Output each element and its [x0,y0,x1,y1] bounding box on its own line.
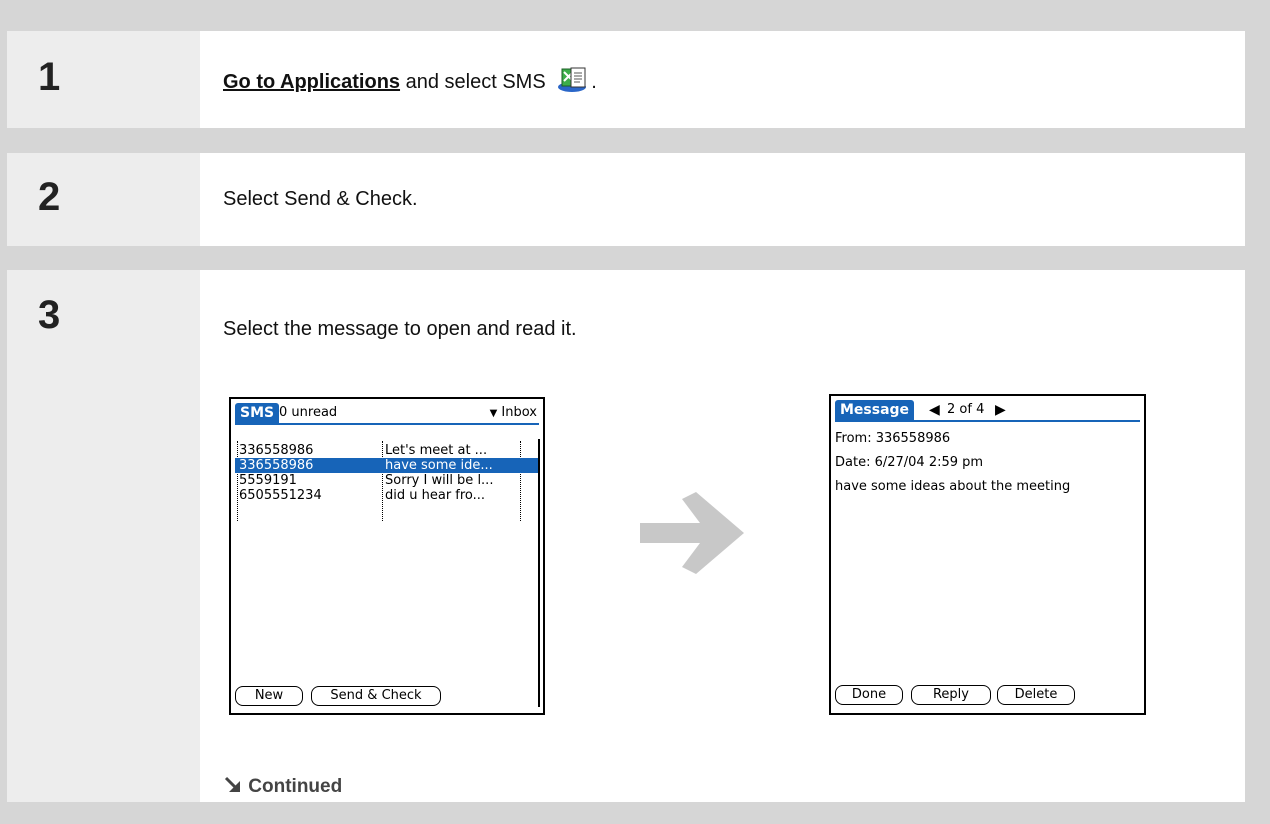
preview: Let's meet at ... [385,443,488,458]
folder-label: Inbox [501,405,537,420]
sms-tab[interactable]: SMS [235,403,280,423]
message-view-screen: Message ◀ 2 of 4 ▶ From: 336558986 Date:… [829,394,1146,715]
sender: 336558986 [239,443,314,458]
right-arrow-icon [640,492,744,579]
preview: did u hear fro... [385,488,486,503]
step-number: 3 [38,293,61,337]
step-1: 1 Go to Applications and select SMS . [7,31,1245,128]
message-row-selected[interactable]: 336558986 have some ide... [235,458,539,473]
step-instruction: Select the message to open and read it. [223,318,577,340]
sender: 6505551234 [239,488,322,503]
go-to-applications-link[interactable]: Go to Applications [223,71,400,93]
sender: 5559191 [239,473,297,488]
instruction-text: and select SMS [400,71,552,93]
step-number: 1 [38,55,61,99]
step-number: 2 [38,175,61,219]
step-content: Go to Applications and select SMS . [200,31,1245,128]
date-line: Date: 6/27/04 2:59 pm [835,455,984,470]
step-content: Select the message to open and read it. … [200,270,1245,802]
folder-picker[interactable]: ▼ Inbox [490,403,537,424]
next-triangle-icon[interactable]: ▶ [995,400,1006,420]
step-content: Select Send & Check. [200,153,1245,246]
title-bar: SMS 0 unread ▼ Inbox [235,403,539,425]
title-bar: Message ◀ 2 of 4 ▶ [835,400,1140,422]
preview: Sorry I will be l... [385,473,494,488]
dropdown-triangle-icon: ▼ [489,408,498,419]
new-button[interactable]: New [235,686,303,706]
step-instruction: Go to Applications and select SMS . [223,66,597,100]
continued-indicator: Continued [223,776,342,798]
continued-label: Continued [248,776,343,797]
delete-button[interactable]: Delete [997,685,1075,705]
step-3: 3 Select the message to open and read it… [7,270,1245,802]
message-body: have some ideas about the meeting [835,479,1071,494]
step-instruction: Select Send & Check. [223,188,418,210]
message-row[interactable]: 6505551234 did u hear fro... [235,488,539,503]
preview: have some ide... [385,458,493,473]
message-row[interactable]: 5559191 Sorry I will be l... [235,473,539,488]
reply-button[interactable]: Reply [911,685,991,705]
scrollbar[interactable] [538,439,540,707]
continued-arrow-icon [223,776,243,797]
sms-inbox-screen: SMS 0 unread ▼ Inbox 336558986 Let's mee… [229,397,545,715]
message-row[interactable]: 336558986 Let's meet at ... [235,443,539,458]
sms-app-icon [557,66,591,100]
done-button[interactable]: Done [835,685,903,705]
send-check-button[interactable]: Send & Check [311,686,441,706]
step-2: 2 Select Send & Check. [7,153,1245,246]
message-tab[interactable]: Message [835,400,915,420]
unread-count: 0 unread [279,405,338,420]
from-line: From: 336558986 [835,431,951,446]
prev-triangle-icon[interactable]: ◀ [929,400,940,420]
sender: 336558986 [239,458,314,473]
instruction-period: . [591,71,597,93]
message-position: 2 of 4 [947,402,985,417]
